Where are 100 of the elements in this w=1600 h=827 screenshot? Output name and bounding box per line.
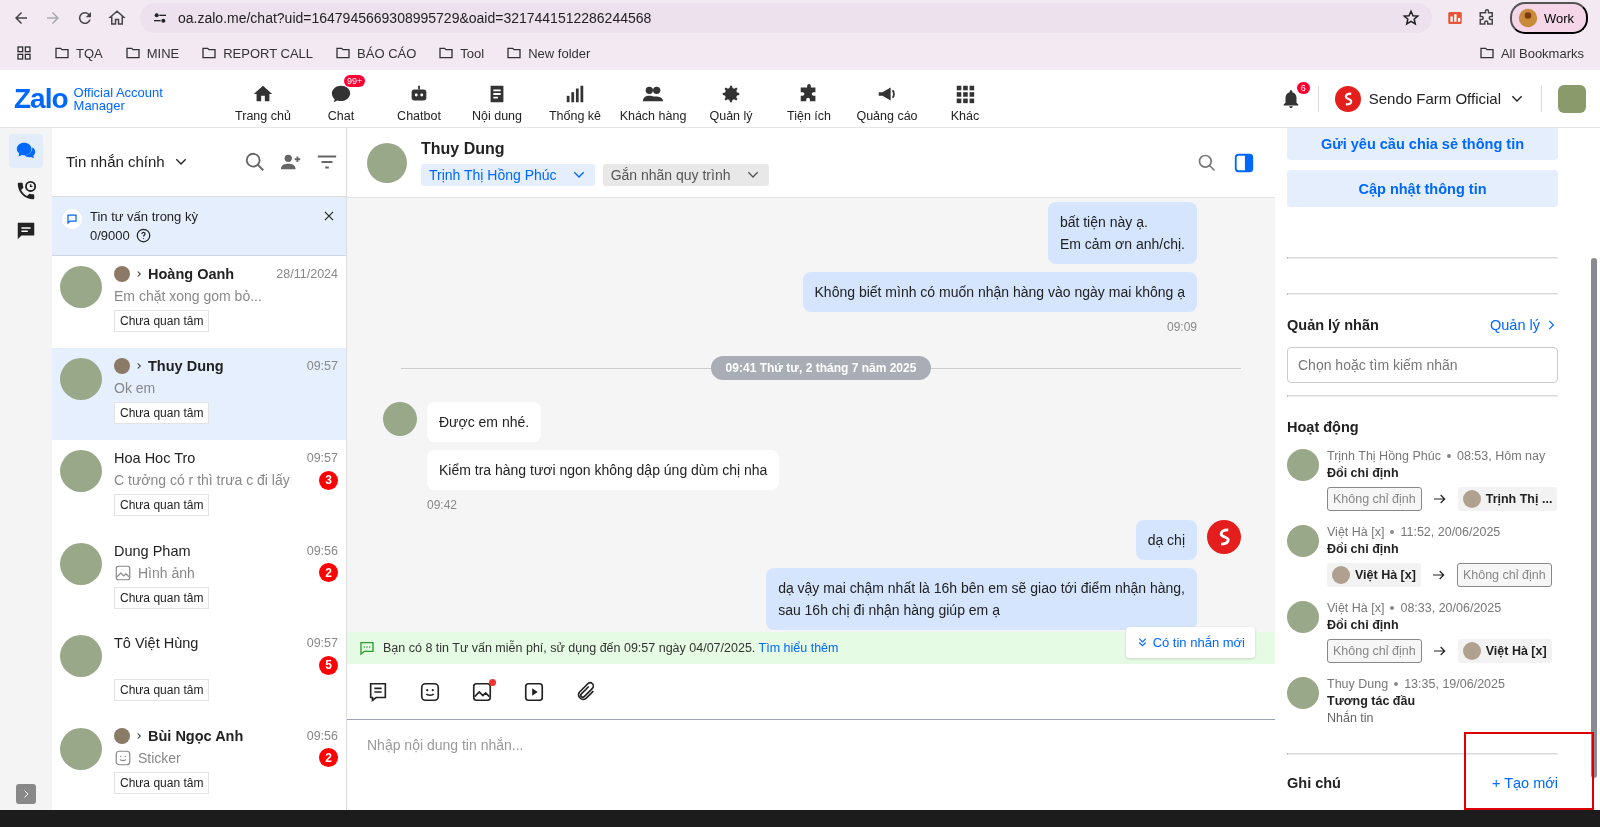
assignee-chip: Không chỉ định (1327, 487, 1422, 511)
message-time: 09:42 (427, 498, 459, 512)
site-settings-icon (152, 10, 168, 26)
message-time: 09:56 (306, 728, 338, 743)
activity-action: Tương tác đầu (1327, 694, 1417, 708)
nav-item[interactable]: Tiện ích (770, 74, 848, 123)
activity-detail: Nhắn tin (1327, 711, 1375, 725)
contact-name: Thuy Dung (148, 357, 224, 374)
nav-item[interactable]: Nội dung (458, 74, 536, 123)
image-icon (471, 680, 493, 703)
logo-text: Zalo (14, 82, 68, 115)
message-time: 09:57 (306, 358, 338, 373)
nav-item[interactable]: Quản lý (692, 74, 770, 123)
panel-button[interactable]: Cập nhật thông tin (1287, 170, 1558, 207)
scrollbar[interactable] (1591, 258, 1597, 778)
chat-dots-icon (359, 640, 375, 656)
learn-more-link[interactable]: Tìm hiểu thêm (758, 641, 839, 655)
unread-badge: 2 (319, 748, 338, 768)
nav-item[interactable]: Thống kê (536, 74, 614, 123)
notification-dot (489, 678, 496, 686)
chat-outline-icon (66, 212, 78, 225)
nav-item[interactable]: Quảng cáo (848, 74, 926, 123)
assignee-dropdown[interactable]: Trịnh Thị Hồng Phúc (421, 163, 595, 186)
account-logo-icon (1334, 85, 1361, 112)
status-tag: Chưa quan tâm (114, 309, 210, 332)
contact-name: Bùi Ngọc Anh (148, 727, 244, 744)
conversation-item[interactable]: Tô Việt Hùng 09:57 5 Chưa quan tâm (52, 625, 346, 718)
image-icon (114, 563, 132, 582)
avatar-photo (60, 265, 102, 308)
message-input[interactable]: Nhập nội dung tin nhắn... (347, 720, 1275, 810)
profile-button[interactable]: Work (1509, 2, 1588, 34)
folder-icon (124, 45, 141, 61)
activity-time: 13:35, 19/06/2025 (1404, 677, 1505, 691)
expand-button[interactable] (16, 784, 36, 804)
message-time: 28/11/2024 (276, 266, 338, 281)
folder-icon (335, 45, 352, 61)
process-tag-dropdown[interactable]: Gắn nhãn quy trình (602, 163, 769, 186)
avatar-photo (60, 357, 102, 400)
bookmark-link[interactable]: New folder (528, 45, 591, 61)
sticker-button[interactable] (419, 680, 441, 703)
sent-message: dạ vậy mai chậm nhất là 16h bên em sẽ giao tới điểm nhận hàng, sau 16h chị đi nhận hàng giúp em ạ (766, 568, 1197, 630)
label-search-field[interactable]: Chọn hoặc tìm kiếm nhãn (1287, 347, 1558, 383)
agent-avatar (114, 727, 130, 744)
nav-item[interactable]: Khách hàng (614, 74, 692, 123)
message-preview: C tưởng có r thì trưa c đi lấy (114, 472, 290, 489)
assignee-chip: Việt Hà [x] (1327, 563, 1421, 587)
avatar-icon (1517, 8, 1538, 28)
conversation-item[interactable]: Thuy Dung 09:57 Ok em Chưa quan tâm (52, 347, 346, 441)
quota-title: Tin tư vấn trong kỳ (90, 208, 199, 224)
paperclip-icon (575, 680, 597, 703)
conversation-item[interactable]: Hoa Hoc Tro 09:57 C tưởng có r thì trưa c đi lấy 3 Chưa quan tâm (52, 440, 346, 533)
chat-title: Thuy Dung (421, 139, 506, 158)
assignee-chip: Việt Hà [x] (1457, 639, 1552, 663)
actor-name: Việt Hà [x] (1327, 525, 1385, 539)
new-messages-button[interactable]: Có tin nhắn mới (1125, 627, 1255, 658)
video-button[interactable] (523, 680, 545, 703)
message-time: 09:09 (1166, 320, 1197, 334)
manage-link[interactable]: Quản lý (1490, 317, 1558, 333)
message-time: 09:56 (306, 543, 338, 558)
quick-reply-button[interactable] (367, 680, 389, 703)
bookmark-link[interactable]: REPORT CALL (223, 45, 314, 61)
bookmark-link[interactable]: Tool (460, 45, 485, 61)
home-icon (108, 9, 126, 27)
date-separator: 09:41 Thứ tư, 2 tháng 7 năm 2025 (710, 356, 932, 380)
folder-icon (438, 45, 455, 61)
conversation-item[interactable]: Dung Pham 09:56 Hình ảnh 2 Chưa quan tâm (52, 532, 346, 626)
bookmark-link[interactable]: TQA (76, 45, 103, 61)
extension-icon (1445, 9, 1464, 27)
note-icon (367, 680, 389, 703)
avatar-photo (60, 727, 102, 770)
message-preview: Em chặt xong gom bỏ... (114, 287, 262, 304)
search-icon (1197, 152, 1217, 173)
account-selector[interactable]: Sendo Farm Official (1317, 85, 1542, 112)
folder-icon (506, 45, 523, 61)
separator-dot (1394, 682, 1399, 686)
create-note-link[interactable]: + Tạo mới (1491, 775, 1558, 791)
image-button[interactable] (471, 680, 493, 703)
bookmark-link[interactable]: BÁO CÁO (357, 45, 417, 61)
activity-action: Đổi chỉ định (1327, 542, 1400, 556)
panel-button[interactable]: Gửi yêu cầu chia sẻ thông tin (1287, 128, 1558, 160)
nav-item[interactable]: 99+ Chat (302, 74, 380, 123)
filter-dropdown[interactable]: Tin nhắn chính (60, 152, 195, 172)
separator-dot (1390, 606, 1395, 610)
address-bar[interactable]: oa.zalo.me/chat?uid=1647945669308995729&oaid=3217441512286244568 (140, 3, 1432, 33)
actor-avatar (1287, 677, 1319, 709)
url-text: oa.zalo.me/chat?uid=1647945669308995729&oaid=3217441512286244568 (178, 10, 652, 26)
nav-item[interactable]: Chatbot (380, 74, 458, 123)
conversation-item[interactable]: Bùi Ngọc Anh 09:56 Sticker 2 Chưa quan tâm (52, 717, 346, 810)
conversation-item[interactable]: Hoàng Oanh 28/11/2024 Em chặt xong gom bỏ... Chưa quan tâm (52, 255, 346, 348)
contact-name: Hoàng Oanh (148, 265, 235, 282)
user-avatar[interactable] (1558, 84, 1586, 113)
nav-item[interactable]: Trang chủ (224, 74, 302, 123)
all-bookmarks-link[interactable]: All Bookmarks (1500, 45, 1584, 61)
attach-button[interactable] (575, 680, 597, 703)
bookmark-link[interactable]: MINE (146, 45, 180, 61)
section-title: Hoạt động (1287, 419, 1359, 435)
contact-name: Dung Pham (114, 542, 191, 559)
help-icon (135, 227, 151, 243)
actor-avatar (1287, 525, 1319, 557)
nav-item[interactable]: Khác (926, 74, 1004, 123)
